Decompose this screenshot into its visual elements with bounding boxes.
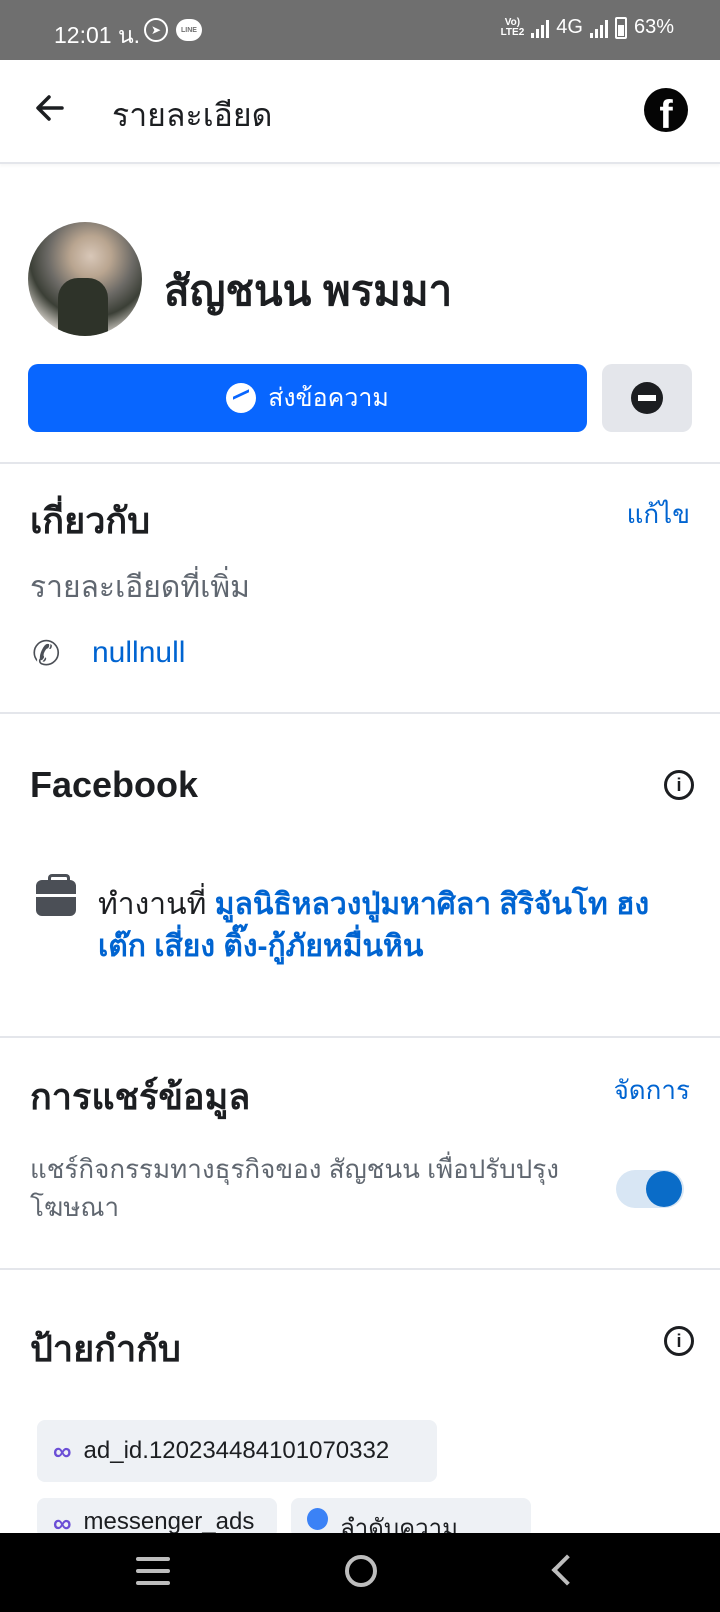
- notification-icon: ➤: [144, 18, 168, 42]
- sharing-title: การแชร์ข้อมูล: [30, 1076, 251, 1117]
- home-icon[interactable]: [345, 1555, 377, 1587]
- labels-title: ป้ายกำกับ: [30, 1328, 181, 1369]
- sharing-description: แชร์กิจกรรมทางธุรกิจของ สัญชนน เพื่อปรับ…: [30, 1154, 559, 1222]
- info-icon[interactable]: i: [664, 1326, 694, 1356]
- tag-chip[interactable]: ∞ ad_id.120234484101070332: [37, 1420, 437, 1482]
- divider: [0, 462, 720, 464]
- app-bar: รายละเอียด f: [0, 60, 720, 164]
- work-info: ทำงานที่ มูลนิธิหลวงปู่มหาศิลา สิริจันโท…: [98, 884, 688, 968]
- avatar[interactable]: [28, 222, 142, 336]
- page-title: รายละเอียด: [112, 97, 273, 133]
- priority-dot-icon: [307, 1508, 329, 1530]
- send-message-button[interactable]: ส่งข้อความ: [28, 364, 587, 432]
- block-icon: [631, 382, 663, 414]
- block-button[interactable]: [602, 364, 692, 432]
- nav-back-icon[interactable]: [551, 1554, 583, 1586]
- meta-icon: ∞: [53, 1435, 72, 1466]
- sharing-toggle[interactable]: [616, 1170, 684, 1208]
- work-prefix: ทำงานที่: [98, 888, 215, 921]
- navigation-bar: [0, 1533, 720, 1612]
- tag-label: messenger_ads: [83, 1508, 255, 1535]
- divider: [0, 1268, 720, 1270]
- battery-icon: [614, 16, 627, 39]
- line-app-icon: LINE: [176, 19, 202, 41]
- status-notification-icons: ➤ LINE: [144, 18, 202, 42]
- status-indicators: Vo) LTE2 4G 63%: [501, 16, 674, 39]
- phone-link[interactable]: nullnull: [92, 636, 185, 670]
- tag-label: ad_id.120234484101070332: [83, 1437, 390, 1464]
- messenger-icon: [226, 383, 257, 413]
- phone-icon: ✆: [32, 635, 61, 673]
- manage-link[interactable]: จัดการ: [614, 1070, 690, 1111]
- battery-level: 63%: [633, 16, 674, 38]
- divider: [0, 712, 720, 714]
- back-button[interactable]: [32, 90, 72, 130]
- send-message-label: ส่งข้อความ: [268, 384, 389, 412]
- arrow-left-icon: [36, 95, 64, 121]
- status-time: 12:01 น.: [54, 22, 141, 48]
- facebook-section-title: Facebook: [30, 764, 199, 805]
- edit-link[interactable]: แก้ไข: [627, 494, 690, 535]
- about-title: เกี่ยวกับ: [30, 500, 151, 541]
- divider: [0, 1036, 720, 1038]
- briefcase-icon: [36, 874, 76, 916]
- signal-icon: [531, 18, 550, 38]
- recent-apps-icon[interactable]: [136, 1557, 170, 1593]
- status-bar: 12:01 น. ➤ LINE Vo) LTE2 4G 63%: [0, 0, 720, 60]
- network-type: 4G: [556, 16, 583, 38]
- volte-icon: Vo) LTE2: [500, 16, 525, 38]
- facebook-logo-icon[interactable]: f: [644, 88, 688, 132]
- signal-icon-2: [589, 18, 608, 38]
- profile-name: สัญชนน พรมมา: [164, 267, 453, 314]
- info-icon[interactable]: i: [664, 770, 694, 800]
- tag-chip[interactable]: ลำดับความสำคัญ: [291, 1498, 531, 1538]
- tag-chip[interactable]: ∞ messenger_ads: [37, 1498, 277, 1538]
- about-subtitle: รายละเอียดที่เพิ่ม: [30, 571, 250, 604]
